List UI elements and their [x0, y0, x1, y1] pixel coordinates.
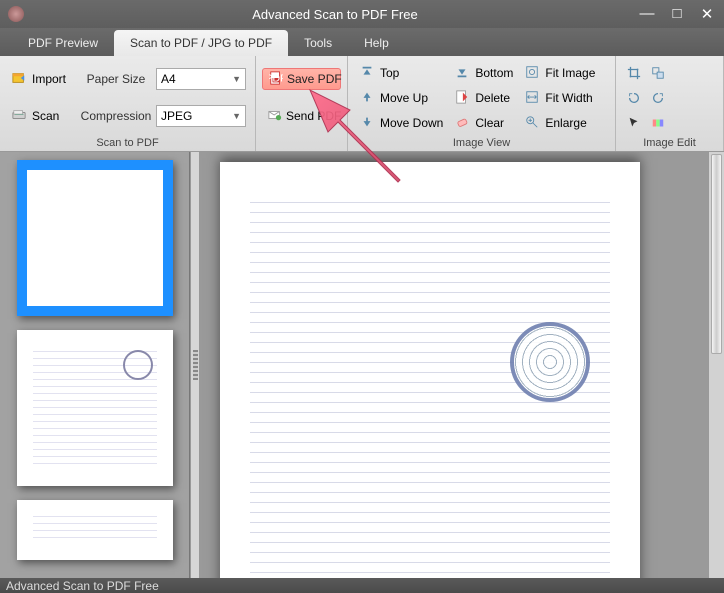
thumbnail-3[interactable] — [17, 500, 173, 560]
delete-button[interactable]: Delete — [449, 87, 519, 109]
crop-icon — [627, 66, 641, 80]
rotate-left-icon — [627, 91, 641, 105]
effects-icon — [651, 116, 665, 130]
title-bar: Advanced Scan to PDF Free — □ ✕ — [0, 0, 724, 28]
thumbnail-1[interactable] — [17, 160, 173, 316]
group-label-imageedit: Image Edit — [622, 135, 717, 149]
clear-icon — [455, 115, 471, 131]
paper-size-select[interactable]: A4 ▼ — [156, 68, 246, 90]
compression-label: Compression — [76, 109, 156, 123]
move-down-icon — [360, 115, 376, 131]
send-pdf-label: Send PDF — [286, 109, 341, 123]
rotate-left-button[interactable] — [622, 87, 646, 109]
canvas-area — [200, 152, 724, 578]
tab-scan-to-pdf[interactable]: Scan to PDF / JPG to PDF — [114, 30, 288, 56]
save-pdf-button[interactable]: PDF Save PDF — [262, 68, 341, 90]
scanned-page — [220, 162, 640, 578]
scrollbar-thumb[interactable] — [711, 154, 722, 354]
move-up-button[interactable]: Move Up — [354, 87, 449, 109]
move-down-button[interactable]: Move Down — [354, 112, 449, 134]
chevron-down-icon: ▼ — [232, 74, 241, 84]
resize-button[interactable] — [646, 62, 670, 84]
scanner-icon — [12, 108, 28, 124]
close-button[interactable]: ✕ — [698, 5, 716, 23]
fit-image-button[interactable]: Fit Image — [519, 62, 601, 84]
effects-button[interactable] — [646, 112, 670, 134]
status-text: Advanced Scan to PDF Free — [6, 579, 159, 593]
compression-value: JPEG — [161, 109, 192, 123]
select-tool-button[interactable] — [622, 112, 646, 134]
ribbon: Import Scan Paper Size A4 ▼ Compression J… — [0, 56, 724, 152]
vertical-scrollbar[interactable] — [708, 152, 724, 578]
top-icon — [360, 65, 376, 81]
paper-size-label: Paper Size — [76, 72, 156, 86]
thumbnail-panel — [0, 152, 190, 578]
bottom-icon — [455, 65, 471, 81]
app-icon — [8, 6, 24, 22]
top-button[interactable]: Top — [354, 62, 449, 84]
group-label-scan: Scan to PDF — [6, 135, 249, 149]
splitter-grip-icon — [193, 350, 198, 380]
document-viewport[interactable] — [200, 152, 708, 578]
scan-button[interactable]: Scan — [6, 105, 72, 127]
move-up-icon — [360, 90, 376, 106]
chevron-down-icon: ▼ — [232, 111, 241, 121]
enlarge-icon — [525, 115, 541, 131]
bottom-button[interactable]: Bottom — [449, 62, 519, 84]
resize-icon — [651, 66, 665, 80]
clear-button[interactable]: Clear — [449, 112, 519, 134]
group-label-imageview: Image View — [354, 135, 609, 149]
import-label: Import — [32, 72, 66, 86]
fit-width-icon — [525, 90, 541, 106]
enlarge-button[interactable]: Enlarge — [519, 112, 601, 134]
send-pdf-button[interactable]: Send PDF — [262, 105, 341, 127]
tab-tools[interactable]: Tools — [288, 30, 348, 56]
stamp-image — [510, 322, 590, 402]
import-icon — [12, 71, 28, 87]
fit-image-icon — [525, 65, 541, 81]
status-bar: Advanced Scan to PDF Free — [0, 578, 724, 593]
minimize-button[interactable]: — — [638, 5, 656, 23]
send-pdf-icon — [268, 108, 282, 124]
svg-text:PDF: PDF — [269, 72, 283, 84]
window-title: Advanced Scan to PDF Free — [32, 7, 638, 22]
maximize-button[interactable]: □ — [668, 5, 686, 23]
cursor-icon — [627, 116, 641, 130]
import-button[interactable]: Import — [6, 68, 72, 90]
compression-select[interactable]: JPEG ▼ — [156, 105, 246, 127]
main-area — [0, 152, 724, 578]
splitter[interactable] — [190, 152, 200, 578]
tab-help[interactable]: Help — [348, 30, 405, 56]
fit-width-button[interactable]: Fit Width — [519, 87, 601, 109]
rotate-right-button[interactable] — [646, 87, 670, 109]
tab-bar: PDF Preview Scan to PDF / JPG to PDF Too… — [0, 28, 724, 56]
rotate-right-icon — [651, 91, 665, 105]
thumbnail-2[interactable] — [17, 330, 173, 486]
save-pdf-label: Save PDF — [287, 72, 342, 86]
scan-label: Scan — [32, 109, 59, 123]
tab-pdf-preview[interactable]: PDF Preview — [12, 30, 114, 56]
crop-button[interactable] — [622, 62, 646, 84]
save-pdf-icon: PDF — [269, 71, 283, 87]
paper-size-value: A4 — [161, 72, 176, 86]
delete-icon — [455, 90, 471, 106]
